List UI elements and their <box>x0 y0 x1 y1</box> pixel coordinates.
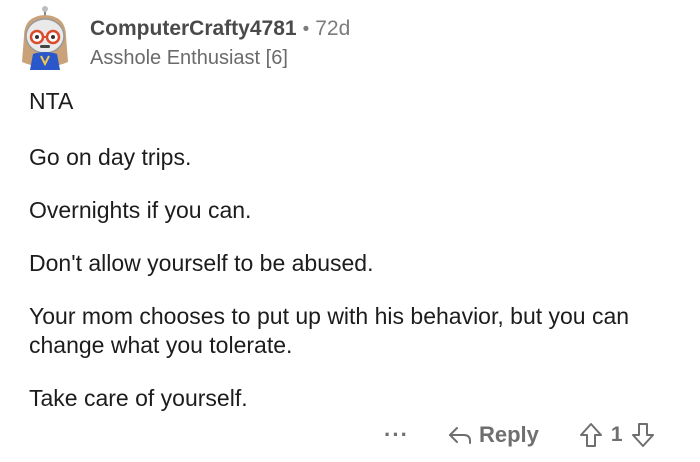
downvote-icon[interactable] <box>631 422 655 448</box>
comment-paragraph: Overnights if you can. <box>29 197 252 223</box>
meta-separator: • <box>302 19 310 40</box>
comment-age: 72d <box>315 17 351 40</box>
comment-body: NTA Go on day trips. Overnights if you c… <box>29 87 679 437</box>
vote-controls: 1 <box>579 422 655 448</box>
avatar-icon <box>22 6 68 70</box>
comment-paragraph: Go on day trips. <box>29 144 192 170</box>
reply-label: Reply <box>478 422 539 447</box>
more-options-button[interactable]: ··· <box>384 424 409 446</box>
user-avatar[interactable] <box>14 6 76 72</box>
vote-score: 1 <box>610 423 623 446</box>
comment: ComputerCrafty4781 • 72d Asshole Enthusi… <box>0 0 700 462</box>
reply-arrow-icon <box>447 424 473 446</box>
upvote-icon[interactable] <box>579 422 603 448</box>
comment-meta: ComputerCrafty4781 • 72d Asshole Enthusi… <box>90 16 350 71</box>
comment-paragraph: NTA <box>29 88 74 114</box>
username[interactable]: ComputerCrafty4781 <box>90 16 297 42</box>
comment-paragraph: Your mom chooses to put up with his beha… <box>29 303 630 358</box>
user-flair: Asshole Enthusiast [6] <box>90 47 288 69</box>
comment-actions: ··· Reply 1 <box>384 422 655 448</box>
reply-button[interactable]: Reply <box>447 422 539 448</box>
comment-paragraph: Don't allow yourself to be abused. <box>29 250 374 276</box>
comment-paragraph: Take care of yourself. <box>29 385 248 411</box>
